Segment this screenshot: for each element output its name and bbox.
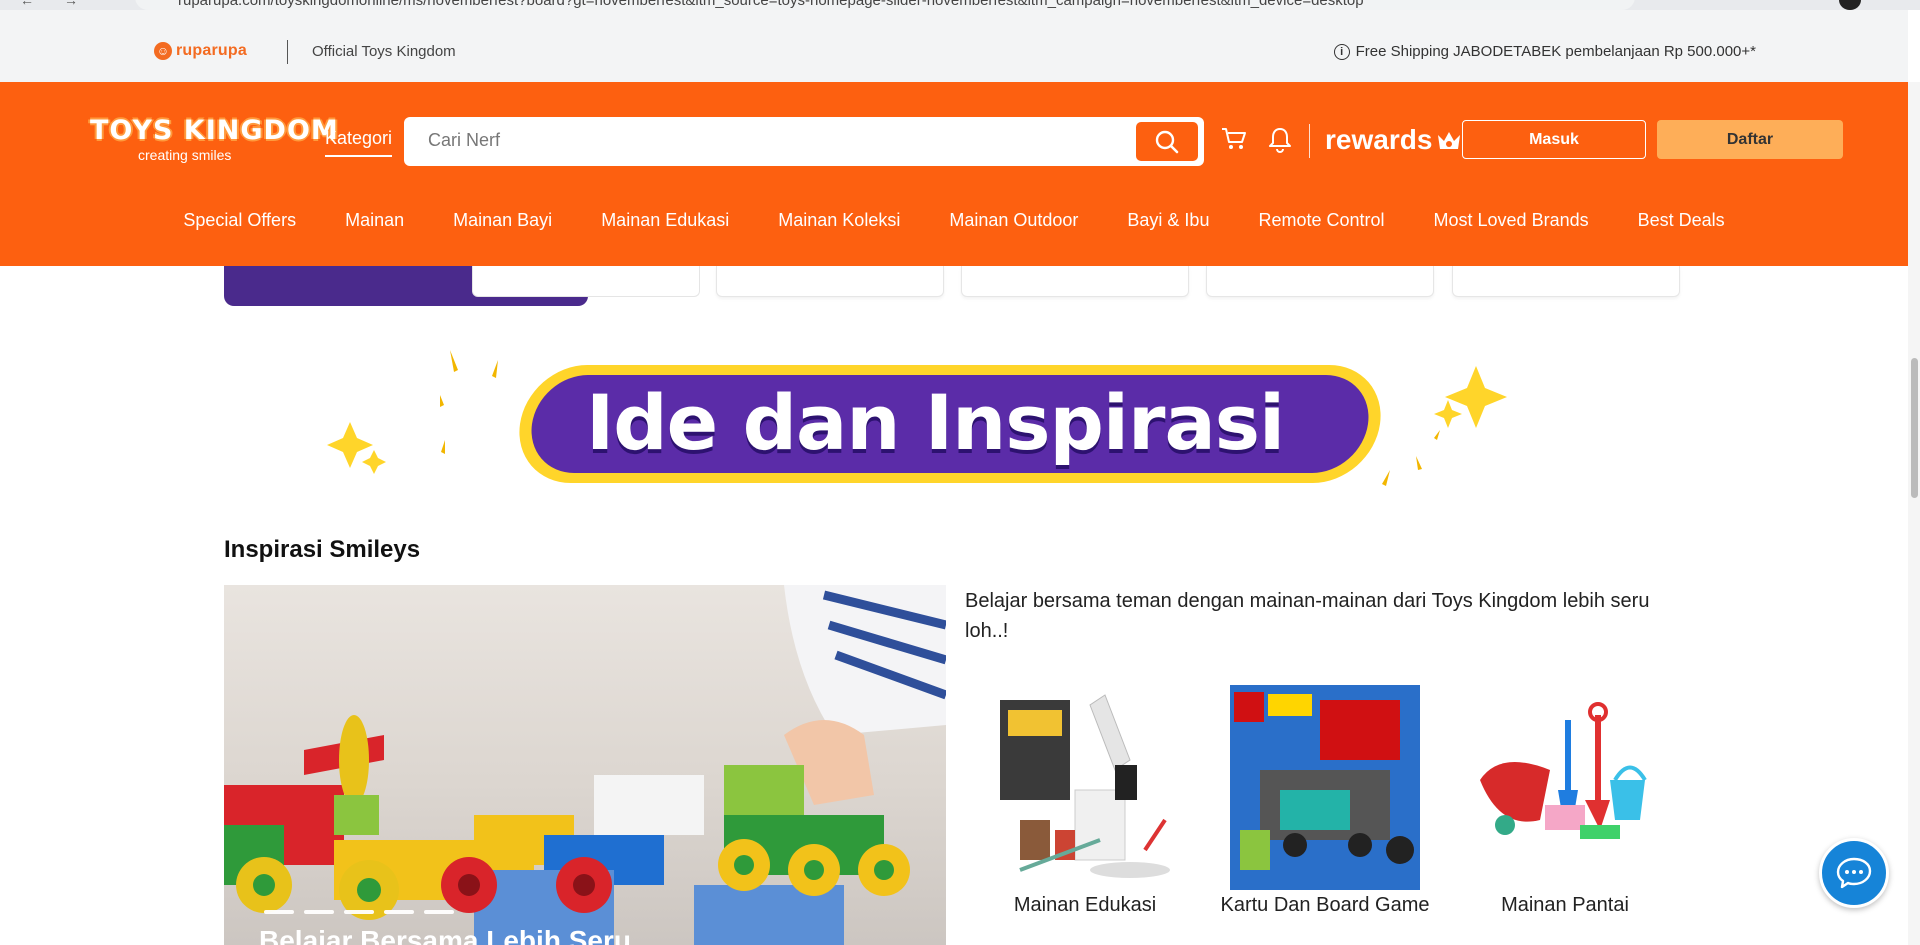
register-button[interactable]: Daftar — [1657, 120, 1843, 159]
nav-item-mainan-bayi[interactable]: Mainan Bayi — [453, 210, 552, 231]
promo-card-inset — [472, 266, 700, 297]
microscope-kit-image — [980, 680, 1190, 890]
ruparupa-logo[interactable]: ☺ ruparupa — [154, 42, 247, 60]
main-header — [0, 82, 1908, 266]
ide-inspirasi-banner: Ide dan Inspirasi — [320, 340, 1550, 500]
nav-item-mainan-edukasi[interactable]: Mainan Edukasi — [601, 210, 729, 231]
section-title: Inspirasi Smileys — [224, 536, 421, 563]
crown-icon — [1438, 132, 1461, 149]
banner-title: Ide dan Inspirasi — [585, 378, 1285, 467]
product-category-card[interactable]: Mainan Edukasi — [980, 680, 1190, 917]
promo-card[interactable] — [1206, 266, 1434, 297]
search-icon — [1155, 130, 1179, 153]
carousel-dot[interactable] — [384, 910, 414, 914]
product-category-card[interactable]: Mainan Pantai — [1460, 680, 1670, 917]
toy-blocks-illustration — [224, 585, 946, 945]
category-nav: Special Offers Mainan Mainan Bayi Mainan… — [0, 210, 1908, 231]
forward-arrow-icon[interactable]: → — [64, 0, 78, 8]
login-button[interactable]: Masuk — [1462, 120, 1646, 159]
shipping-info: i Free Shipping JABODETABEK pembelanjaan… — [1333, 43, 1756, 60]
search-input[interactable] — [426, 129, 1110, 152]
shipping-info-text: Free Shipping JABODETABEK pembelanjaan R… — [1355, 43, 1756, 60]
hero-caption: Belajar Bersama Lebih Seru — [259, 925, 631, 945]
back-arrow-icon[interactable]: ← — [20, 0, 34, 8]
scrollbar-track[interactable] — [1908, 82, 1920, 945]
ruparupa-smiley-icon: ☺ — [154, 42, 172, 60]
info-icon: i — [1333, 43, 1350, 60]
promo-card[interactable] — [716, 266, 944, 297]
chat-button[interactable] — [1819, 838, 1889, 908]
nav-item-mainan[interactable]: Mainan — [345, 210, 404, 231]
rewards-label: rewards — [1325, 124, 1433, 155]
carousel-dot[interactable] — [344, 910, 374, 914]
promo-card[interactable] — [961, 266, 1189, 297]
rewards-link[interactable]: rewards — [1325, 124, 1462, 156]
profile-avatar[interactable] — [1839, 0, 1861, 10]
nav-item-best-deals[interactable]: Best Deals — [1638, 210, 1725, 231]
beach-toys-image — [1460, 680, 1670, 890]
header-divider — [1309, 124, 1310, 158]
notification-bell-icon[interactable] — [1267, 126, 1293, 154]
promo-card[interactable] — [1452, 266, 1680, 297]
toys-kingdom-logo[interactable]: TOYS KINGDOM creating smiles — [90, 115, 339, 163]
search-bar — [404, 117, 1204, 166]
nav-item-special-offers[interactable]: Special Offers — [183, 210, 296, 231]
hero-image[interactable]: Belajar Bersama Lebih Seru — [224, 585, 946, 945]
product-category-card[interactable]: Kartu Dan Board Game — [1220, 680, 1430, 917]
official-store-label: Official Toys Kingdom — [312, 43, 456, 60]
product-category-label: Mainan Pantai — [1501, 894, 1629, 916]
nav-item-mainan-outdoor[interactable]: Mainan Outdoor — [949, 210, 1078, 231]
nav-item-remote-control[interactable]: Remote Control — [1258, 210, 1384, 231]
url-text[interactable]: ruparupa.com/toyskingdomonline/ms/novemb… — [178, 0, 1364, 9]
carousel-dots[interactable] — [264, 910, 454, 914]
topbar-divider — [287, 40, 288, 64]
carousel-dot[interactable] — [304, 910, 334, 914]
scrollbar-thumb[interactable] — [1911, 358, 1918, 498]
carousel-dot[interactable] — [264, 910, 294, 914]
nav-item-bayi-ibu[interactable]: Bayi & Ibu — [1127, 210, 1209, 231]
product-category-label: Kartu Dan Board Game — [1220, 894, 1430, 916]
lego-city-box-image — [1220, 680, 1430, 890]
nav-item-most-loved-brands[interactable]: Most Loved Brands — [1434, 210, 1589, 231]
cart-icon[interactable] — [1220, 126, 1248, 152]
kategori-menu[interactable]: Kategori — [325, 128, 393, 157]
nav-item-mainan-koleksi[interactable]: Mainan Koleksi — [778, 210, 900, 231]
chat-bubble-icon — [1836, 857, 1872, 889]
logo-tagline: creating smiles — [138, 147, 232, 163]
inspiration-description: Belajar bersama teman dengan mainan-main… — [965, 590, 1650, 642]
product-category-label: Mainan Edukasi — [1013, 894, 1157, 916]
carousel-dot[interactable] — [424, 910, 454, 914]
logo-text: TOYS KINGDOM — [90, 115, 339, 146]
browser-toolbar: ← → ruparupa.com/toyskingdomonline/ms/no… — [0, 0, 1920, 10]
search-button[interactable] — [1136, 122, 1198, 161]
